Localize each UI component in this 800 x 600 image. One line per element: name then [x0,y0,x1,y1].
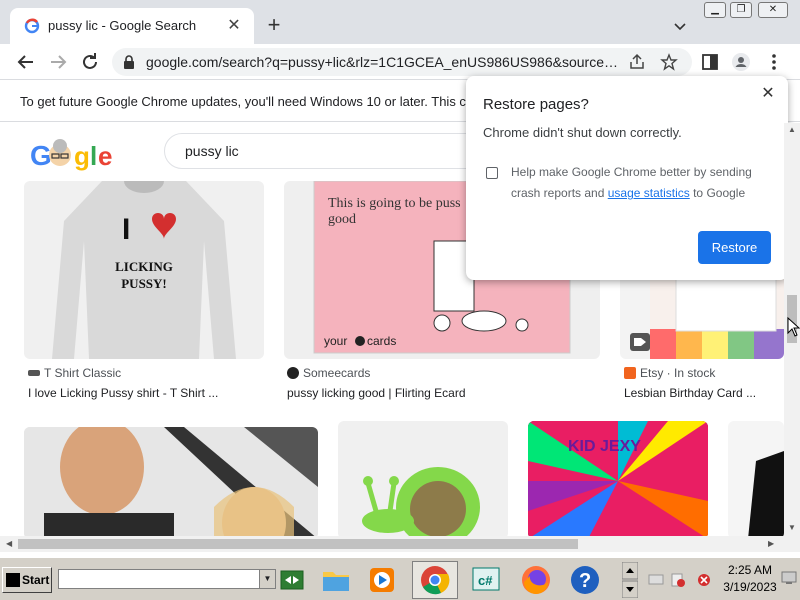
horizontal-scrollbar[interactable]: ◀ ▶ [0,536,800,552]
svg-text:g: g [74,141,90,171]
checkbox-label-line2: crash reports and usage statistics to Go… [511,186,746,200]
horizontal-scroll-thumb[interactable] [18,539,578,549]
mouse-cursor-icon [787,317,800,337]
firefox-icon[interactable] [520,564,552,596]
help-icon[interactable]: ? [569,564,601,596]
usage-statistics-link[interactable]: usage statistics [608,186,690,200]
infobar-message: To get future Google Chrome updates, you… [20,94,474,109]
tab-strip: pussy lic - Google Search ✕ + ▁ ❐ ✕ [0,0,800,44]
ecard-text-line2: good [328,212,356,227]
restore-pages-dialog: Restore pages? ✕ Chrome didn't shut down… [466,76,788,280]
taskbar-scroll-updown-icon[interactable] [622,562,638,598]
minimize-button[interactable]: ▁ [704,2,726,18]
browser-toolbar: google.com/search?q=pussy+lic&rlz=1C1GCE… [0,44,800,80]
restore-button[interactable]: Restore [698,231,771,264]
chrome-icon[interactable] [419,564,451,596]
taskbar-address-input[interactable]: ▼ [58,569,276,589]
result-source-1[interactable]: T Shirt Classic [28,366,121,380]
vertical-scrollbar[interactable]: ▲ ▼ [784,123,800,536]
back-icon[interactable] [14,50,38,74]
kebab-menu-icon[interactable] [764,52,784,72]
crash-report-checkbox[interactable] [486,167,498,179]
profile-avatar-icon[interactable] [731,52,751,72]
checkbox-label-line1: Help make Google Chrome better by sendin… [511,165,752,179]
lock-icon[interactable] [122,54,136,70]
scroll-down-arrow-icon[interactable]: ▼ [788,523,796,532]
dialog-close-icon[interactable]: ✕ [758,84,778,104]
scroll-up-arrow-icon[interactable]: ▲ [788,125,796,134]
result-image-tiedye[interactable]: KID JEXY [528,421,708,536]
window-close-button[interactable]: ✕ [758,2,788,18]
svg-text:e: e [98,141,112,171]
tray-security-icon[interactable] [670,572,686,588]
reload-icon[interactable] [78,50,102,74]
scroll-right-arrow-icon[interactable]: ▶ [768,539,774,548]
tshirt-text-i: I [122,213,130,246]
dialog-title: Restore pages? [483,96,589,113]
side-panel-icon[interactable] [700,52,720,72]
result-image-partial[interactable] [728,421,784,536]
address-bar[interactable]: google.com/search?q=pussy+lic&rlz=1C1GCE… [112,48,692,76]
clock-time: 2:25 AM [727,563,773,577]
result-source-3[interactable]: Etsy · In stock [624,366,715,380]
tab-close-icon[interactable]: ✕ [224,16,244,36]
tshirt-text-licking: LICKING [115,259,173,274]
start-logo-icon [6,573,20,587]
bookmark-star-icon[interactable] [660,53,678,71]
new-tab-button[interactable]: + [262,14,286,38]
result-source-2[interactable]: Someecards [287,366,370,380]
ecard-brand-your: your [324,334,347,348]
share-icon[interactable] [628,53,646,71]
ecard-text-line1: This is going to be puss [328,196,461,211]
start-label: Start [22,573,50,587]
tab-title: pussy lic - Google Search [48,18,197,33]
svg-text:G: G [30,140,52,171]
tiedye-text: KID JEXY [568,438,641,455]
tab-search-icon[interactable] [670,16,690,36]
csharp-editor-icon[interactable]: c# [470,564,502,596]
url-text[interactable]: google.com/search?q=pussy+lic&rlz=1C1GCE… [146,54,626,70]
tray-display-icon[interactable] [648,572,664,588]
result-caption-1[interactable]: I love Licking Pussy shirt - T Shirt ... [28,386,218,400]
taskbar-clock[interactable]: 2:25 AM 3/19/2023 [718,563,782,594]
maximize-button[interactable]: ❐ [730,2,752,18]
result-caption-2[interactable]: pussy licking good | Flirting Ecard [287,386,466,400]
result-image-snail[interactable] [338,421,508,536]
ecard-brand-cards: cards [367,334,396,348]
result-image-couple[interactable] [24,427,318,536]
address-dropdown-icon[interactable]: ▼ [259,570,275,588]
dialog-message: Chrome didn't shut down correctly. [483,125,682,140]
forward-icon[interactable] [46,50,70,74]
svg-text:c#: c# [478,573,493,588]
media-player-icon[interactable] [366,564,398,596]
browser-tab[interactable]: pussy lic - Google Search ✕ [10,8,254,44]
file-explorer-icon[interactable] [320,564,352,596]
tray-monitor-icon[interactable] [781,570,797,586]
google-favicon-icon [24,18,40,34]
search-query[interactable]: pussy lic [185,143,239,159]
scroll-left-arrow-icon[interactable]: ◀ [6,539,12,548]
clock-date: 3/19/2023 [723,580,777,594]
svg-text:l: l [90,141,97,171]
start-button[interactable]: Start [2,567,52,593]
result-caption-3[interactable]: Lesbian Birthday Card ... [624,386,756,400]
tray-error-icon[interactable] [696,572,712,588]
result-image-tshirt[interactable]: I LICKING PUSSY! [24,181,264,359]
network-icon[interactable] [280,570,304,590]
svg-text:?: ? [579,570,591,592]
taskbar: Start ▼ c# ? 2:25 AM 3/19/2023 [0,557,800,600]
tshirt-text-pussy: PUSSY! [121,276,167,291]
google-doodle-logo[interactable]: G g l e [30,137,122,173]
